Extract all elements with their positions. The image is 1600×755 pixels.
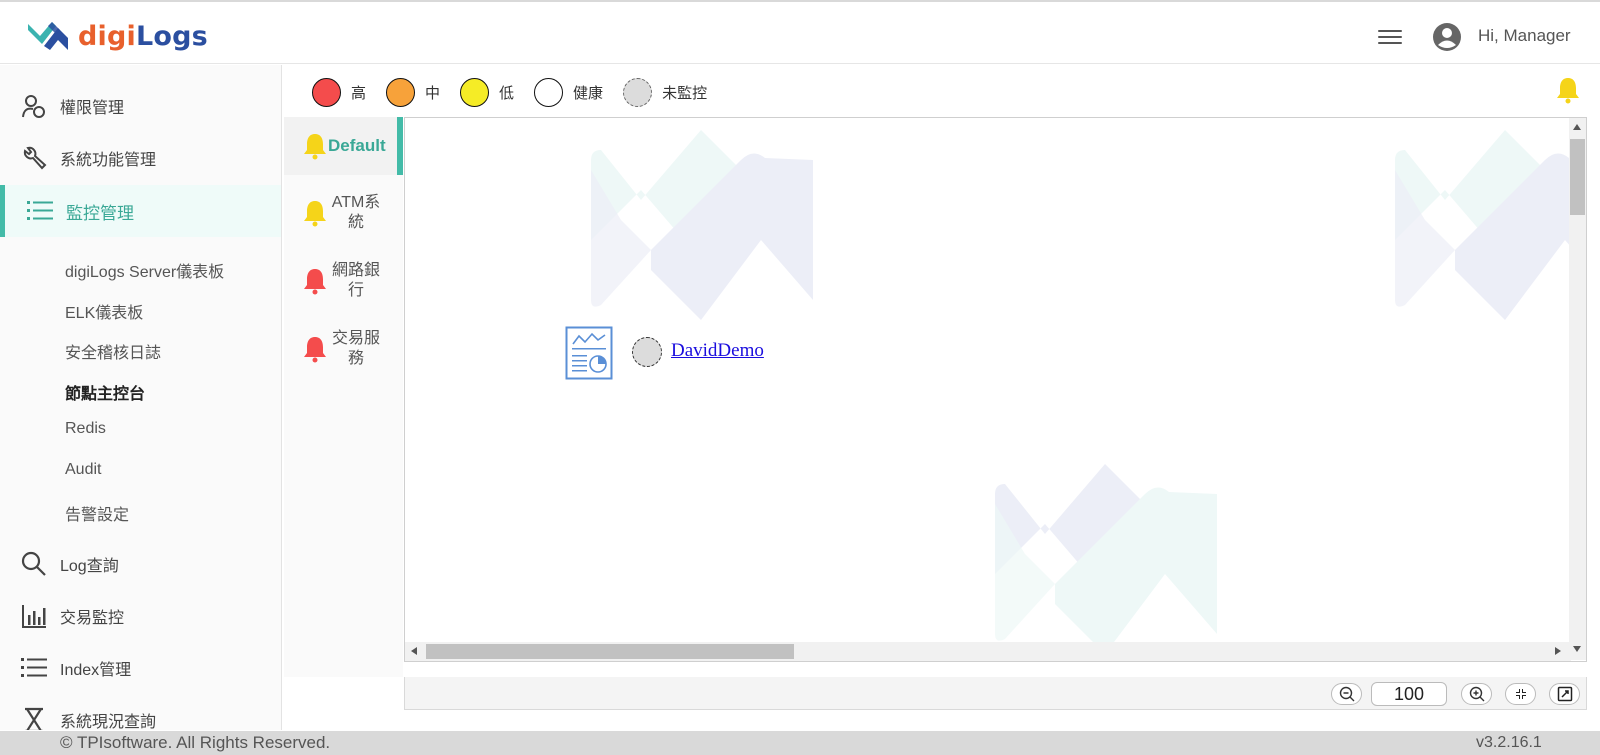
sidebar-item-index-management[interactable]: Index管理 [0,643,281,693]
legend-dot [386,77,416,107]
watermark-logo-icon [591,130,813,320]
logo-mark-icon [28,22,68,50]
list-icon [20,654,48,682]
tab-default[interactable]: Default [284,117,403,175]
tab-label: 網路銀行 [331,262,380,299]
status-legend: 高 中 低 健康 未監控 [312,76,727,108]
sub-item-redis[interactable]: Redis [65,420,106,438]
collapse-arrows-icon [1513,687,1528,701]
legend-label: 中 [425,84,441,102]
tab-atm-system[interactable]: ATM系統 [284,185,403,241]
legend-dot [312,77,341,107]
logo[interactable]: digiLogs [26,16,208,56]
sub-item-digilogs-dashboard[interactable]: digiLogs Server儀表板 [65,258,224,282]
sidebar-item-label: 交易監控 [60,610,125,627]
zoom-toolbar [404,677,1587,710]
node-status-unmonitored [632,337,662,367]
zoom-out-button[interactable] [1331,683,1362,705]
sidebar-item-log-query[interactable]: Log查詢 [0,539,281,589]
bell-icon [304,337,326,363]
bell-icon [304,269,326,295]
legend-healthy: 健康 [534,77,604,107]
bar-chart-icon [20,602,48,630]
topology-canvas[interactable]: DavidDemo [404,117,1587,662]
sub-item-alert-settings[interactable]: 告警設定 [65,501,129,525]
watermark-logo-icon [995,464,1217,654]
tab-transaction-service[interactable]: 交易服務 [284,321,403,377]
tab-label: 交易服務 [331,330,380,367]
scroll-right-icon[interactable] [1555,647,1561,655]
fullscreen-button[interactable] [1549,683,1580,705]
tab-label: Default [328,136,386,155]
wrench-icon [20,144,48,172]
group-tabs: Default ATM系統 網路銀行 交易服務 [284,117,403,677]
zoom-level-input[interactable] [1371,682,1447,706]
logo-text: digiLogs [78,21,208,52]
sidebar-item-label: 系統功能管理 [60,152,157,169]
scroll-down-icon[interactable] [1573,646,1581,652]
bell-icon [304,134,326,160]
expand-icon [1557,686,1572,702]
legend-label: 低 [499,84,515,102]
user-avatar-icon[interactable] [1432,22,1462,52]
sub-item-security-audit-log[interactable]: 安全稽核日誌 [65,339,161,363]
top-header: digiLogs Hi, Manager [0,0,1600,64]
sidebar-item-label: Log查詢 [60,558,119,575]
vertical-scroll-thumb[interactable] [1570,139,1585,215]
sidebar-item-system-functions[interactable]: 系統功能管理 [0,133,281,183]
bell-icon [304,201,326,227]
menu-toggle-icon[interactable] [1378,26,1402,46]
horizontal-scroll-thumb[interactable] [426,644,794,659]
zoom-out-icon [1339,686,1354,702]
tab-label: ATM系統 [331,194,381,231]
sidebar-item-label: 系統現況查詢 [60,714,157,730]
legend-medium: 中 [386,77,441,107]
bell-icon[interactable] [1554,76,1582,104]
sidebar-item-label: Index管理 [60,662,132,679]
version-text: v3.2.16.1 [1476,734,1542,751]
legend-dot [623,77,653,107]
zoom-in-button[interactable] [1461,683,1492,705]
legend-unmonitored: 未監控 [623,77,708,107]
sidebar-item-monitoring[interactable]: 監控管理 [0,185,281,237]
scroll-up-icon[interactable] [1573,124,1581,130]
user-greeting[interactable]: Hi, Manager [1478,26,1571,46]
zoom-in-icon [1469,686,1484,702]
legend-label: 未監控 [662,84,708,102]
watermark-logo-icon [1395,130,1586,320]
scroll-left-icon[interactable] [411,647,417,655]
copyright-text: © TPIsoftware. All Rights Reserved. [60,733,331,752]
vertical-scrollbar[interactable] [1569,118,1586,660]
list-icon [26,197,54,225]
legend-dot [460,77,490,107]
legend-label: 健康 [573,84,604,102]
horizontal-scrollbar[interactable] [405,642,1571,661]
legend-high: 高 [312,77,367,107]
node-link[interactable]: DavidDemo [671,340,764,362]
logo-text-logs: Logs [135,20,208,52]
sub-item-elk-dashboard[interactable]: ELK儀表板 [65,299,143,323]
tab-online-banking[interactable]: 網路銀行 [284,253,403,309]
sidebar-item-transaction-monitoring[interactable]: 交易監控 [0,591,281,641]
sidebar-item-label: 權限管理 [60,100,125,117]
search-icon [20,550,48,578]
legend-label: 高 [351,84,367,102]
users-icon [20,92,48,120]
logo-text-digi: digi [78,20,136,52]
sidebar-item-permissions[interactable]: 權限管理 [0,81,281,131]
sub-item-node-console[interactable]: 節點主控台 [65,380,145,404]
sidebar-item-system-status[interactable]: 系統現況查詢 [0,695,281,730]
hourglass-icon [20,706,48,730]
fit-to-screen-button[interactable] [1505,683,1536,705]
sub-item-audit[interactable]: Audit [65,461,101,479]
sidebar: 權限管理 系統功能管理 監控管理 digiLogs Server儀表板 ELK儀… [0,65,282,730]
legend-low: 低 [460,77,515,107]
legend-dot [534,77,564,107]
sidebar-item-label: 監控管理 [66,203,134,223]
footer: © TPIsoftware. All Rights Reserved. v3.2… [0,731,1600,755]
dashboard-report-icon[interactable] [565,326,613,380]
